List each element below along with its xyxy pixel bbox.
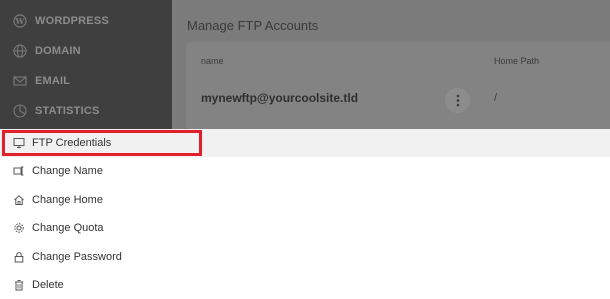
lock-icon — [13, 251, 25, 263]
context-menu: FTP Credentials Change Name Change Home … — [0, 129, 610, 299]
sidebar-item-domain[interactable]: DOMAIN — [12, 41, 81, 61]
menu-item-label: Change Password — [32, 251, 122, 263]
sidebar-item-label: WORDPRESS — [35, 15, 109, 27]
edit-tag-icon — [13, 165, 25, 177]
svg-text:W: W — [14, 16, 25, 26]
app-window: W WORDPRESS DOMAIN EMAIL STATISTICS Mana… — [0, 0, 610, 299]
globe-icon — [12, 43, 28, 59]
menu-item-ftp-credentials[interactable]: FTP Credentials — [0, 129, 610, 157]
table-row-name: mynewftp@yourcoolsite.tld — [201, 91, 359, 105]
sidebar-item-label: STATISTICS — [35, 105, 100, 117]
gear-icon — [13, 222, 25, 234]
dimmed-background: W WORDPRESS DOMAIN EMAIL STATISTICS Mana… — [0, 0, 610, 129]
sidebar-item-wordpress[interactable]: W WORDPRESS — [12, 11, 109, 31]
ftp-accounts-table: name Home Path mynewftp@yourcoolsite.tld… — [186, 42, 610, 129]
column-header-home-path: Home Path — [494, 56, 540, 66]
highlight-box — [2, 130, 202, 156]
menu-item-label: Delete — [32, 279, 64, 291]
menu-item-label: Change Name — [32, 165, 103, 177]
sidebar-item-label: EMAIL — [35, 75, 71, 87]
sidebar-item-email[interactable]: EMAIL — [12, 71, 70, 91]
sidebar-item-label: DOMAIN — [35, 45, 81, 57]
table-row-home-path: / — [494, 92, 498, 104]
menu-item-change-name[interactable]: Change Name — [0, 157, 610, 185]
home-icon — [13, 194, 25, 206]
wordpress-icon: W — [12, 13, 28, 29]
envelope-icon — [12, 73, 28, 89]
menu-item-label: Change Home — [32, 194, 103, 206]
pie-chart-icon — [12, 103, 28, 119]
sidebar-item-statistics[interactable]: STATISTICS — [12, 101, 100, 121]
main-panel: Manage FTP Accounts name Home Path mynew… — [172, 0, 610, 129]
menu-item-label: Change Quota — [32, 222, 104, 234]
menu-item-change-password[interactable]: Change Password — [0, 243, 610, 271]
kebab-icon — [456, 94, 459, 107]
menu-item-change-home[interactable]: Change Home — [0, 186, 610, 214]
menu-item-change-quota[interactable]: Change Quota — [0, 214, 610, 242]
sidebar: W WORDPRESS DOMAIN EMAIL STATISTICS — [0, 0, 172, 129]
trash-icon — [13, 279, 25, 291]
page-title: Manage FTP Accounts — [187, 18, 319, 33]
menu-item-delete[interactable]: Delete — [0, 271, 610, 299]
more-actions-button[interactable] — [445, 88, 470, 113]
column-header-name: name — [201, 56, 224, 66]
